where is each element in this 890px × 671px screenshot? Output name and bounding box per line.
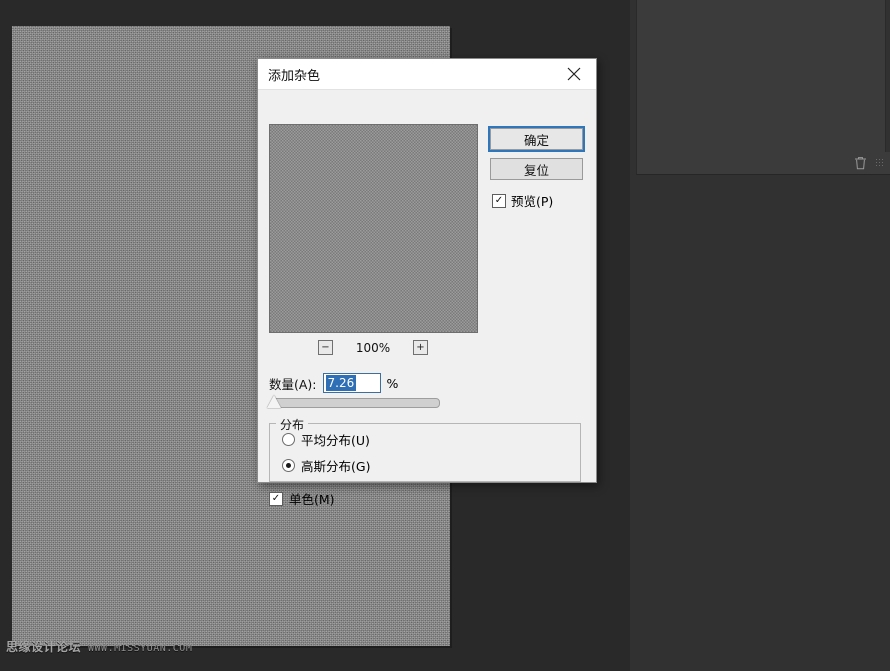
add-noise-dialog[interactable]: 添加杂色 − 100% + 数量(A): 7.26 %: [257, 58, 597, 483]
photoshop-window: 思缘设计论坛 WWW.MISSYUAN.COM 图层 通道 路径: [0, 0, 890, 671]
forum-watermark: 思缘设计论坛 WWW.MISSYUAN.COM: [6, 638, 192, 655]
upper-panel-placeholder: [636, 0, 886, 153]
amount-slider-handle[interactable]: [267, 395, 281, 408]
amount-value: 7.26: [326, 375, 357, 391]
radio-uniform-label: 平均分布(U): [301, 430, 370, 449]
amount-input[interactable]: 7.26: [323, 373, 381, 393]
amount-row: 数量(A): 7.26 %: [269, 373, 398, 393]
preview-label: 预览(P): [511, 191, 553, 210]
panel-resize-grip[interactable]: [875, 158, 885, 168]
noise-preview[interactable]: [269, 124, 478, 333]
monochrome-checkbox[interactable]: ✓ 单色(M): [269, 489, 335, 508]
right-panel-area: 图层 通道 路径 类型 ▲▼: [630, 0, 890, 671]
zoom-out-button[interactable]: −: [318, 340, 333, 355]
amount-label: 数量(A):: [269, 374, 317, 393]
monochrome-label: 单色(M): [289, 489, 335, 508]
upper-panel-footer: [636, 152, 890, 175]
dialog-title-bar[interactable]: 添加杂色: [258, 59, 596, 90]
zoom-level-value: 100%: [356, 341, 390, 355]
dialog-title: 添加杂色: [268, 65, 320, 84]
preview-checkbox[interactable]: ✓ 预览(P): [492, 191, 553, 210]
radio-gaussian-label: 高斯分布(G): [301, 456, 370, 475]
radio-icon: [282, 433, 295, 446]
ok-button[interactable]: 确定: [490, 128, 583, 150]
watermark-url: WWW.MISSYUAN.COM: [88, 643, 192, 654]
amount-unit: %: [387, 376, 399, 391]
checkbox-icon: ✓: [492, 194, 506, 208]
radio-uniform[interactable]: 平均分布(U): [282, 430, 370, 449]
reset-button[interactable]: 复位: [490, 158, 583, 180]
zoom-in-button[interactable]: +: [413, 340, 428, 355]
amount-slider[interactable]: [271, 398, 440, 408]
close-icon: [567, 67, 581, 81]
checkbox-icon: ✓: [269, 492, 283, 506]
close-button[interactable]: [552, 59, 596, 89]
radio-icon: [282, 459, 295, 472]
radio-gaussian[interactable]: 高斯分布(G): [282, 456, 370, 475]
dialog-body: − 100% + 数量(A): 7.26 % 分布 平均分布(U): [258, 90, 596, 483]
trash-icon[interactable]: [854, 156, 867, 170]
watermark-text-cn: 思缘设计论坛: [6, 638, 81, 655]
preview-zoom-controls: − 100% +: [318, 340, 428, 355]
